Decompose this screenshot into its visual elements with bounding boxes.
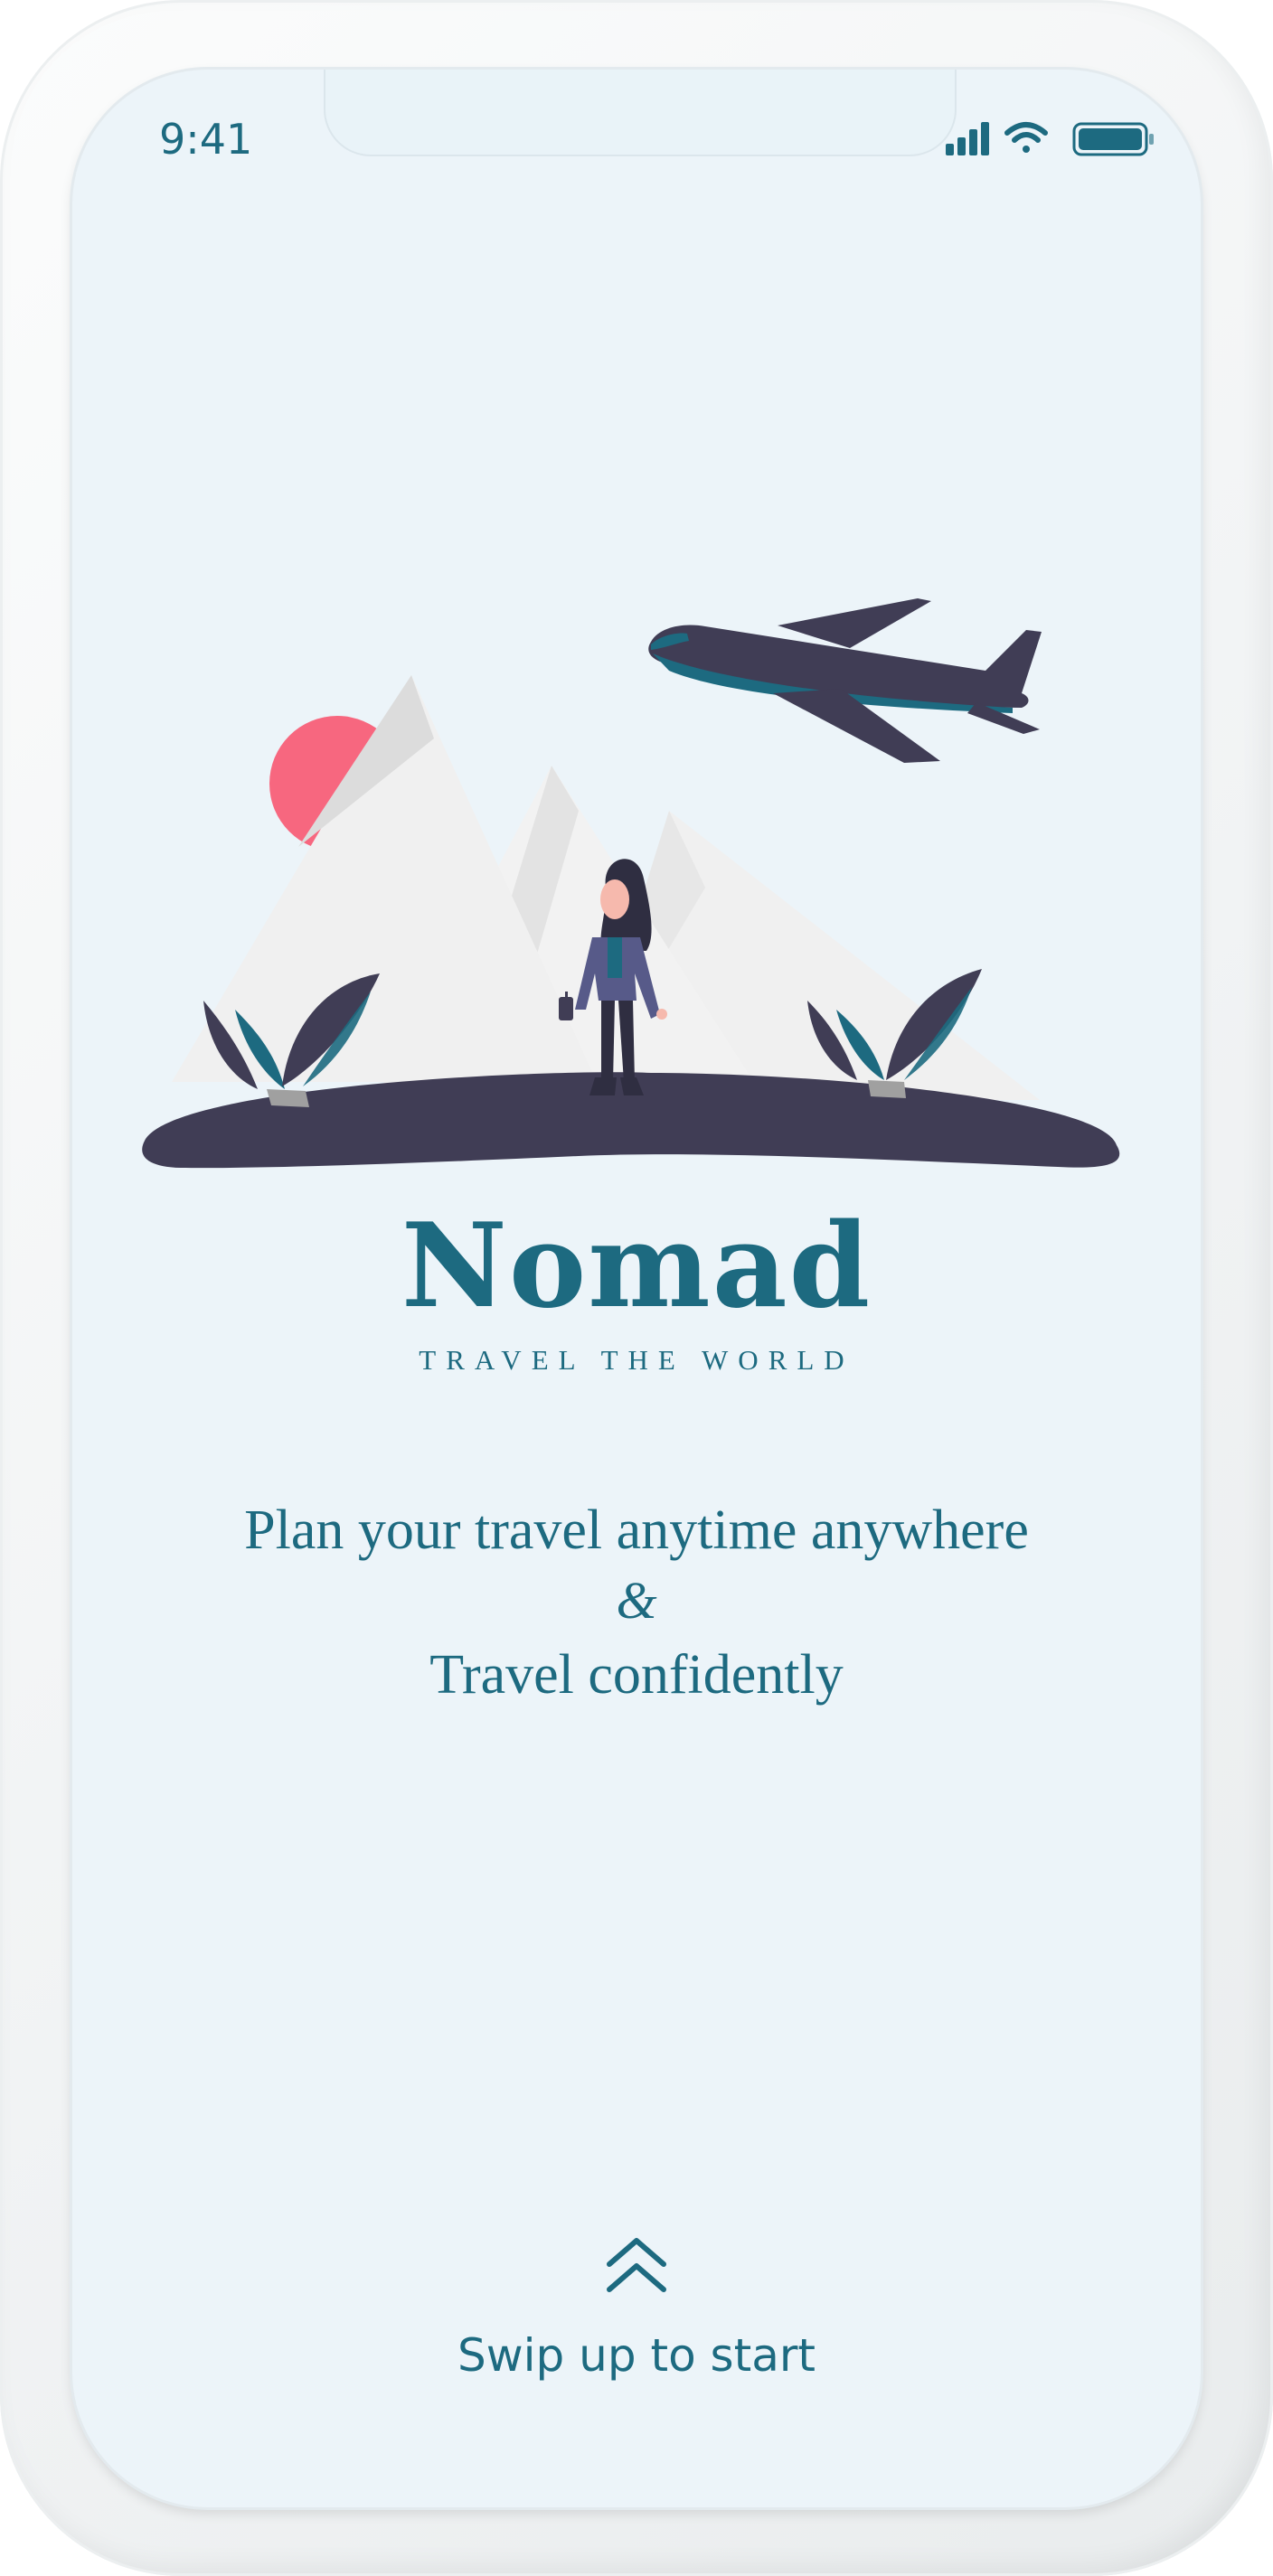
intro-message-ampersand: & [616, 1571, 657, 1630]
intro-message-line1: Plan your travel anytime anywhere [244, 1500, 1029, 1561]
intro-message-line2: Travel confidently [429, 1644, 844, 1706]
app-title: Nomad [401, 1199, 872, 1334]
app-screen[interactable]: 9:41 Nomad TRAVEL THE WORLD Plan your tr… [72, 70, 1201, 2507]
airplane-shape [648, 598, 1042, 763]
double-chevron-up-icon[interactable] [600, 2235, 673, 2295]
phone-frame: 9:41 Nomad TRAVEL THE WORLD Plan your tr… [0, 0, 1273, 2576]
swipe-up-label[interactable]: Swip up to start [72, 2329, 1201, 2382]
app-tagline: TRAVEL THE WORLD [419, 1344, 854, 1376]
